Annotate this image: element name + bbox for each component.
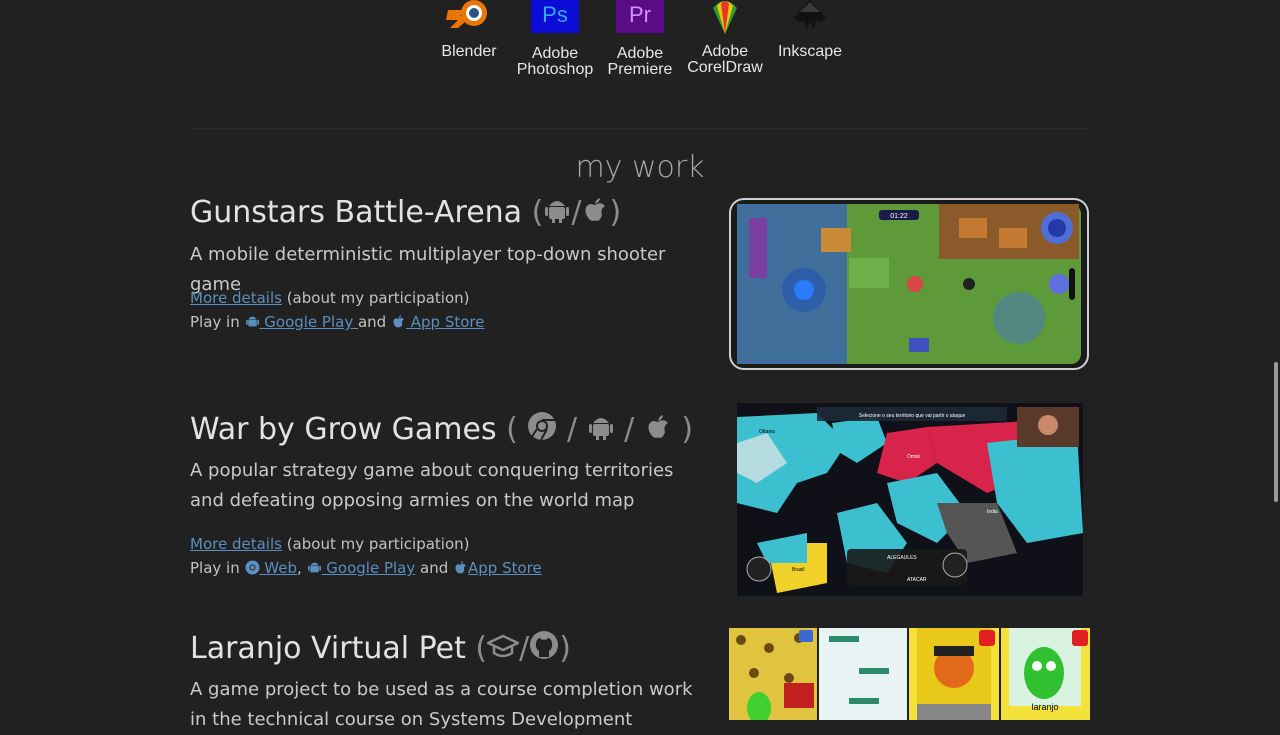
laranjo-pet-image: laranjo — [729, 628, 1090, 720]
platforms: (/) — [475, 631, 571, 666]
platforms: ( / / ) — [506, 412, 694, 447]
google-play-label: Google Play — [259, 313, 358, 331]
war-territory-label: Brasil — [792, 567, 805, 573]
comma-text: , — [296, 559, 307, 577]
photoshop-badge: Ps — [542, 2, 568, 27]
platforms: (/) — [531, 195, 622, 230]
section-divider — [190, 128, 1090, 129]
photoshop-icon: Ps — [531, 0, 579, 33]
google-play-link[interactable]: Google Play — [307, 559, 416, 577]
war-map-image: Selecione o seu territorio que vai parti… — [737, 403, 1083, 596]
war-screenshot[interactable]: Selecione o seu territorio que vai parti… — [737, 403, 1083, 596]
tool-label: Inkscape — [777, 43, 843, 60]
war-attack-label: ATACAR — [907, 577, 927, 583]
google-play-label: Google Play — [321, 559, 416, 577]
work-details-line: More details (about my participation) — [190, 532, 470, 556]
work-play-line: Play in Google Play and App Store — [190, 310, 484, 334]
work-play-line: Play in Web, Google Play and App Store — [190, 556, 542, 580]
participation-text: (about my participation) — [281, 289, 470, 307]
apple-icon — [648, 415, 668, 438]
web-label: Web — [259, 559, 297, 577]
work-title-gunstars: Gunstars Battle-Arena (/) — [190, 195, 621, 230]
tools-row: Blender Ps Adobe Photoshop Pr Adobe Prem… — [0, 0, 1280, 90]
premiere-badge: Pr — [629, 2, 651, 27]
game-timer: 01:22 — [890, 213, 908, 220]
app-store-label: App Store — [468, 559, 542, 577]
google-play-link[interactable]: Google Play — [245, 313, 358, 331]
war-player-name: ALEGAULES — [887, 555, 917, 561]
app-store-label: App Store — [405, 313, 485, 331]
work-title-text: War by Grow Games — [190, 412, 497, 447]
work-description: A popular strategy game about conquering… — [190, 460, 674, 511]
coreldraw-icon — [713, 1, 737, 34]
war-territory-label: Omsk — [907, 454, 921, 460]
work-title-text: Laranjo Virtual Pet — [190, 631, 466, 666]
page-scrollbar[interactable] — [1274, 362, 1278, 502]
chrome-icon — [528, 412, 557, 441]
apple-icon — [585, 198, 606, 221]
war-instruction: Selecione o seu territorio que vai parti… — [859, 413, 966, 419]
and-text: and — [357, 313, 391, 331]
graduation-cap-icon — [487, 634, 520, 658]
play-in-text: Play in — [190, 559, 245, 577]
chrome-icon — [245, 560, 259, 575]
blender-icon — [446, 0, 487, 28]
inkscape-icon — [794, 0, 826, 30]
github-icon — [530, 631, 559, 659]
work-title-text: Gunstars Battle-Arena — [190, 195, 523, 230]
participation-text: (about my participation) — [281, 535, 470, 553]
war-territory-label: India — [987, 509, 998, 515]
war-territory-label: Ottawa — [759, 429, 775, 435]
pet-name: laranjo — [1031, 702, 1058, 712]
gunstars-gameplay-image: 01:22 — [729, 198, 1089, 370]
work-title-laranjo: Laranjo Virtual Pet (/) — [190, 630, 571, 666]
and-text: and — [415, 559, 454, 577]
work-description: A game project to be used as a course co… — [190, 679, 693, 730]
android-icon — [588, 418, 613, 440]
work-details-line: More details (about my participation) — [190, 286, 470, 310]
apple-icon — [393, 315, 404, 328]
tool-label: Blender — [441, 43, 497, 60]
laranjo-screenshot[interactable]: laranjo — [729, 628, 1090, 720]
work-title-war: War by Grow Games ( / / ) — [190, 411, 693, 447]
android-icon — [245, 316, 259, 327]
play-in-text: Play in — [190, 313, 245, 331]
app-store-link[interactable]: App Store — [391, 313, 485, 331]
web-link[interactable]: Web — [245, 559, 297, 577]
section-title: my work — [575, 150, 705, 185]
premiere-icon: Pr — [616, 0, 664, 33]
android-icon — [307, 562, 321, 573]
android-icon — [545, 201, 570, 223]
apple-icon — [455, 561, 466, 574]
gunstars-screenshot[interactable]: 01:22 — [729, 198, 1089, 370]
app-store-link[interactable]: App Store — [453, 559, 542, 577]
more-details-link[interactable]: More details — [190, 535, 282, 553]
more-details-link[interactable]: More details — [190, 289, 282, 307]
